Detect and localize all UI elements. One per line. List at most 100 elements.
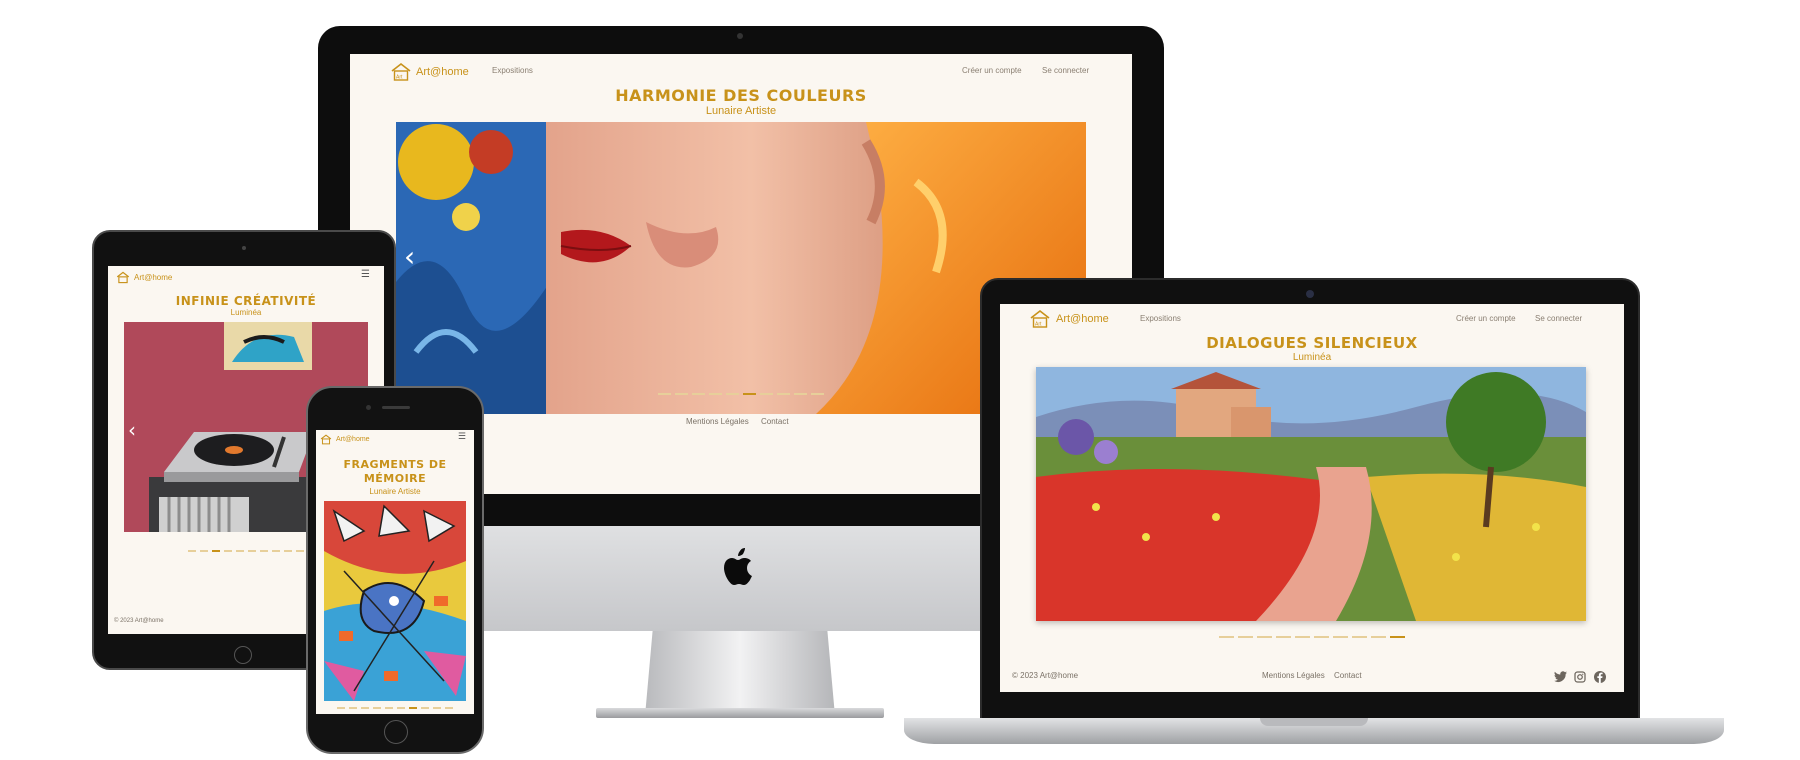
site-logo[interactable]: Art Art@home (390, 62, 469, 82)
carousel-indicator-6[interactable] (1314, 636, 1329, 638)
carousel-indicator-10[interactable] (445, 707, 453, 709)
carousel-prev-button[interactable]: ‹ (404, 240, 415, 273)
carousel-indicator-5[interactable] (385, 707, 393, 709)
house-logo-icon: Art (1030, 309, 1050, 328)
carousel-indicator-9[interactable] (1371, 636, 1386, 638)
exhibition-artist[interactable]: Lunaire Artiste (350, 105, 1132, 117)
carousel-indicators (316, 707, 474, 709)
carousel-indicator-9[interactable] (433, 707, 441, 709)
exhibition-artist[interactable]: Lunaire Artiste (316, 487, 474, 496)
apple-logo-icon (722, 546, 758, 588)
carousel-indicator-4[interactable] (373, 707, 381, 709)
laptop-camera (1306, 290, 1314, 298)
laptop-notch (1260, 718, 1368, 726)
exhibition-artist[interactable]: Luminéa (108, 308, 384, 317)
phone-home-button[interactable] (384, 720, 408, 744)
house-logo-icon (320, 434, 332, 445)
carousel-indicator-4[interactable] (224, 550, 232, 552)
carousel-indicator-2[interactable] (200, 550, 208, 552)
exhibition-title: DIALOGUES SILENCIEUX (1206, 334, 1418, 352)
carousel-indicator-1[interactable] (188, 550, 196, 552)
site-logo[interactable]: Art Art@home (1028, 309, 1109, 329)
imac-stand-base (596, 708, 884, 718)
carousel-indicator-2[interactable] (349, 707, 357, 709)
carousel-indicator-10[interactable] (296, 550, 304, 552)
exhibition-title-line1: FRAGMENTS DE (343, 458, 447, 471)
nav-login[interactable]: Se connecter (1535, 314, 1582, 323)
carousel-indicator-10[interactable] (1390, 636, 1405, 638)
phone-speaker (382, 406, 410, 409)
exhibition-artist[interactable]: Luminéa (1000, 352, 1624, 363)
carousel-indicator-6[interactable] (248, 550, 256, 552)
carousel-indicator-3[interactable] (361, 707, 369, 709)
phone-camera (366, 405, 371, 410)
carousel-indicator-8[interactable] (272, 550, 280, 552)
carousel-indicator-2[interactable] (675, 393, 688, 395)
footer-contact-link[interactable]: Contact (761, 417, 789, 426)
carousel-indicator-5[interactable] (1295, 636, 1310, 638)
site-logo-text: Art@home (336, 436, 370, 443)
artwork-image-graffiti (324, 501, 466, 701)
footer-contact-link[interactable]: Contact (1334, 671, 1362, 680)
laptop-screen: Art Art@home Expositions Créer un compte… (1000, 304, 1624, 692)
site-logo-text: Art@home (416, 66, 469, 78)
carousel-indicator-7[interactable] (1333, 636, 1348, 638)
carousel-indicator-8[interactable] (1352, 636, 1367, 638)
instagram-icon[interactable] (1574, 670, 1586, 688)
carousel-indicator-3[interactable] (212, 550, 220, 552)
laptop-device: Art Art@home Expositions Créer un compte… (904, 278, 1724, 748)
carousel-indicator-5[interactable] (236, 550, 244, 552)
house-logo-icon (116, 271, 130, 284)
exhibition-title-line2: MÉMOIRE (363, 472, 427, 485)
site-logo[interactable]: Art@home (116, 271, 172, 284)
exhibition-title: HARMONIE DES COULEURS (615, 86, 867, 105)
carousel-indicator-6[interactable] (743, 393, 756, 395)
carousel-indicator-7[interactable] (409, 707, 417, 709)
imac-camera (737, 33, 743, 39)
footer-legal-link[interactable]: Mentions Légales (686, 417, 749, 426)
carousel-indicator-1[interactable] (337, 707, 345, 709)
svg-text:Art: Art (396, 75, 403, 81)
footer-copyright: © 2023 Art@home (1012, 671, 1079, 680)
nav-login[interactable]: Se connecter (1042, 66, 1089, 75)
tablet-camera (242, 246, 246, 250)
carousel-indicators (1000, 636, 1624, 638)
menu-toggle-button[interactable]: ☰ (458, 432, 466, 442)
device-mockup-scene: Art Art@home Expositions Créer un compte… (0, 0, 1800, 760)
facebook-icon[interactable] (1594, 670, 1606, 688)
menu-toggle-button[interactable]: ☰ (361, 269, 370, 280)
carousel-indicator-10[interactable] (811, 393, 824, 395)
carousel-indicator-1[interactable] (1219, 636, 1234, 638)
nav-expositions[interactable]: Expositions (492, 66, 533, 75)
phone-device: Art@home ☰ FRAGMENTS DE MÉMOIRE Lunaire … (306, 386, 484, 754)
phone-screen: Art@home ☰ FRAGMENTS DE MÉMOIRE Lunaire … (316, 430, 474, 714)
carousel-indicator-7[interactable] (260, 550, 268, 552)
nav-create-account[interactable]: Créer un compte (1456, 314, 1516, 323)
carousel-indicator-2[interactable] (1238, 636, 1253, 638)
carousel-indicator-1[interactable] (658, 393, 671, 395)
tablet-home-button[interactable] (234, 646, 252, 664)
nav-create-account[interactable]: Créer un compte (962, 66, 1022, 75)
svg-text:Art: Art (1035, 322, 1042, 328)
nav-expositions[interactable]: Expositions (1140, 314, 1181, 323)
exhibition-title: INFINIE CRÉATIVITÉ (175, 294, 317, 308)
carousel-indicator-9[interactable] (284, 550, 292, 552)
carousel-indicator-3[interactable] (1257, 636, 1272, 638)
house-logo-icon: Art (391, 62, 411, 81)
footer-legal-link[interactable]: Mentions Légales (1262, 671, 1325, 680)
carousel-indicator-6[interactable] (397, 707, 405, 709)
carousel-indicator-7[interactable] (760, 393, 773, 395)
carousel-prev-button[interactable]: ‹ (128, 418, 136, 442)
carousel-indicator-4[interactable] (1276, 636, 1291, 638)
artwork-image-landscape (1036, 367, 1586, 621)
carousel-indicator-3[interactable] (692, 393, 705, 395)
carousel-indicator-5[interactable] (726, 393, 739, 395)
carousel-indicator-4[interactable] (709, 393, 722, 395)
site-logo[interactable]: Art@home (320, 434, 370, 445)
carousel-indicator-8[interactable] (777, 393, 790, 395)
carousel-indicator-8[interactable] (421, 707, 429, 709)
site-logo-text: Art@home (134, 273, 173, 282)
imac-stand (645, 631, 835, 716)
twitter-icon[interactable] (1554, 670, 1567, 688)
carousel-indicator-9[interactable] (794, 393, 807, 395)
